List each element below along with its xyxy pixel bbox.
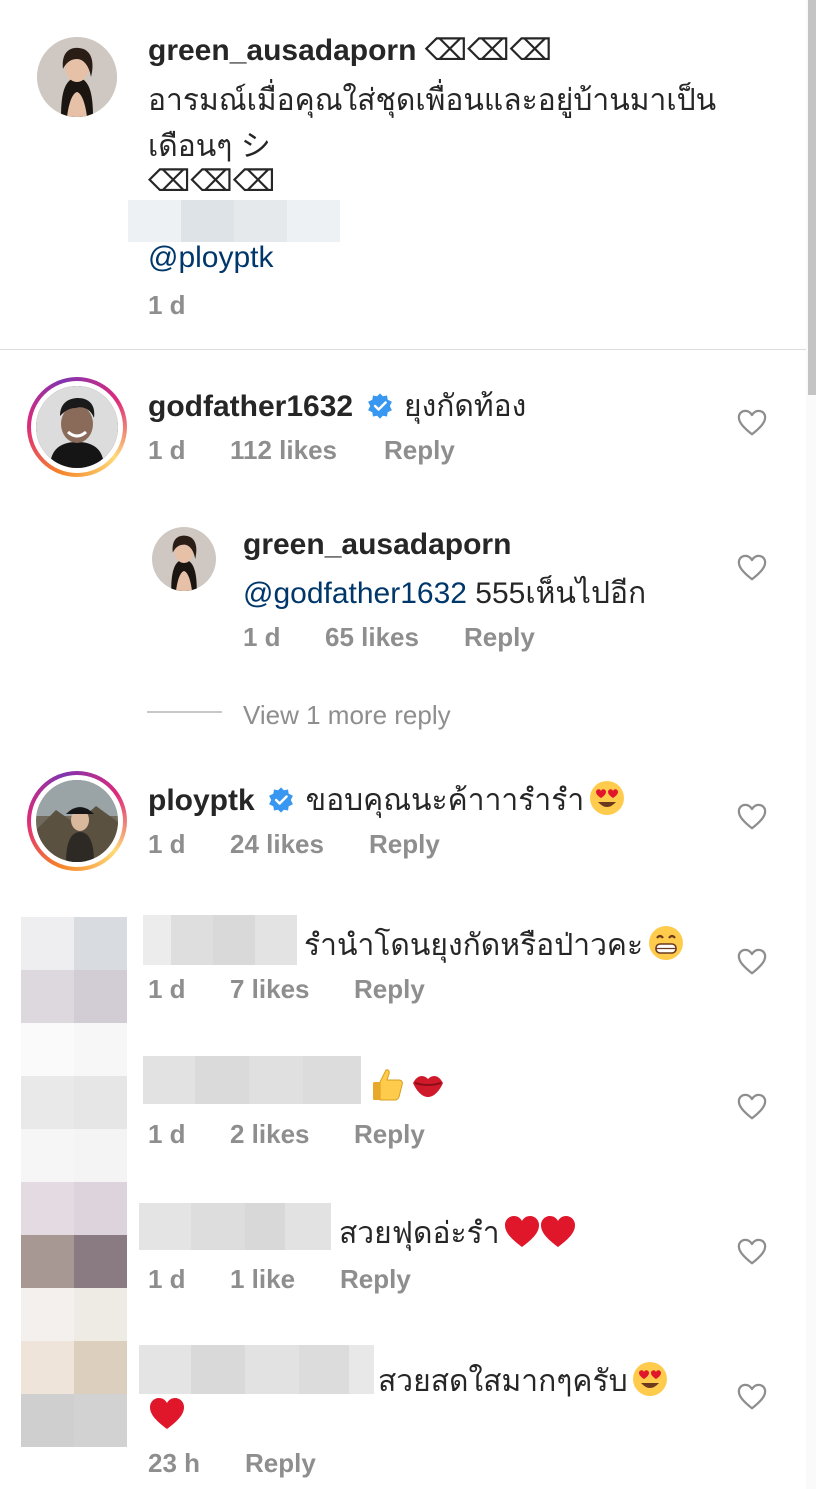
comment-text: รำนำโดนยุงกัดหรือป่าวคะ (304, 929, 644, 962)
blurred-avatars-column (21, 917, 127, 1447)
comment-text-line: รำนำโดนยุงกัดหรือป่าวคะ (304, 922, 684, 969)
red-heart-emoji-icon (505, 1216, 539, 1247)
blurred-username (143, 1056, 361, 1104)
like-heart-icon[interactable] (737, 1092, 767, 1122)
avatar-image (152, 527, 216, 591)
avatar-image (36, 386, 118, 468)
caption-avatar[interactable] (37, 37, 117, 117)
comment-header: ployptk ขอบคุณนะค้าาารำรำ (148, 777, 625, 824)
blurred-text (128, 200, 340, 242)
comment-text-line: สวยฟุดอ่ะรำ (339, 1210, 576, 1257)
reply-button[interactable]: Reply (354, 1119, 425, 1150)
view-more-replies-button[interactable]: View 1 more reply (243, 700, 451, 731)
comment-header: godfather1632 ยุงกัดท้อง (148, 383, 526, 430)
reply-button[interactable]: Reply (464, 622, 535, 653)
like-heart-icon[interactable] (737, 1382, 767, 1412)
like-heart-icon[interactable] (737, 553, 767, 583)
comment-timestamp: 1 d (148, 974, 186, 1004)
divider (0, 349, 806, 350)
scrollbar-thumb[interactable] (808, 0, 816, 395)
comment-username[interactable]: godfather1632 (148, 390, 353, 423)
comment-text-line: สวยสดใสมากๆครับ (378, 1358, 668, 1405)
comment-likes[interactable]: 112 likes (230, 435, 337, 466)
like-heart-icon[interactable] (737, 408, 767, 438)
comment-likes[interactable]: 7 likes (230, 974, 310, 1005)
heart-eyes-emoji-icon (633, 1362, 668, 1396)
grinning-emoji-icon (648, 926, 683, 960)
verified-badge-icon (367, 393, 392, 419)
caption-timestamp: 1 d (148, 290, 186, 320)
comment-timestamp: 23 h (148, 1448, 201, 1478)
blurred-username (139, 1345, 374, 1394)
comment-text: ยุงกัดท้อง (403, 390, 527, 423)
reply-button[interactable]: Reply (354, 974, 425, 1005)
blurred-username (143, 915, 297, 965)
comment-likes[interactable]: 24 likes (230, 829, 324, 860)
reply-likes[interactable]: 65 likes (325, 622, 419, 653)
verified-badge-icon (269, 787, 294, 813)
comment-timestamp: 1 d (148, 435, 186, 465)
reply-button[interactable]: Reply (369, 829, 440, 860)
comment-text: สวยฟุดอ่ะรำ (339, 1217, 500, 1250)
comment-likes[interactable]: 2 likes (230, 1119, 310, 1150)
reply-button[interactable]: Reply (384, 435, 455, 466)
like-heart-icon[interactable] (737, 947, 767, 977)
like-heart-icon[interactable] (737, 1237, 767, 1267)
comment-text: ขอบคุณนะค้าาารำรำ (305, 784, 585, 817)
reply-text-line: @godfather1632 555เห็นไปอีก (243, 570, 646, 617)
heart-eyes-emoji-icon (589, 781, 624, 815)
avatar-image (37, 37, 117, 117)
comment-likes[interactable]: 1 like (230, 1264, 295, 1295)
red-heart-emoji-icon (541, 1216, 575, 1247)
reply-button[interactable]: Reply (245, 1448, 316, 1479)
thumbs-up-emoji-icon (373, 1069, 403, 1101)
reply-mention-link[interactable]: @godfather1632 (243, 577, 467, 610)
red-heart-emoji-icon (150, 1398, 184, 1429)
blurred-username (139, 1203, 331, 1250)
caption-mention-link[interactable]: @ployptk (148, 241, 274, 275)
comment-timestamp: 1 d (148, 1264, 186, 1294)
caption-username-suffix: ⌫⌫⌫ (416, 34, 553, 67)
reply-text: 555เห็นไปอีก (466, 577, 647, 610)
reply-avatar[interactable] (152, 527, 216, 591)
like-heart-icon[interactable] (737, 802, 767, 832)
comment-username[interactable]: ployptk (148, 784, 255, 817)
comment-text: สวยสดใสมากๆครับ (378, 1365, 628, 1398)
comment-avatar[interactable] (36, 386, 118, 468)
caption-line-3: ⌫⌫⌫ (148, 165, 276, 198)
kiss-lips-emoji-icon (413, 1076, 444, 1097)
reply-username[interactable]: green_ausadaporn (243, 528, 511, 562)
avatar-image (36, 780, 118, 862)
caption-line-2: เดือนๆ シ (148, 130, 271, 163)
caption-username-text[interactable]: green_ausadaporn (148, 34, 416, 67)
reply-timestamp: 1 d (243, 622, 281, 652)
caption-line-1: อารมณ์เมื่อคุณใส่ชุดเพื่อนและอยู่บ้านมาเ… (148, 84, 717, 117)
comment-timestamp: 1 d (148, 1119, 186, 1149)
caption-username[interactable]: green_ausadaporn ⌫⌫⌫ (148, 33, 552, 68)
comment-text-line (370, 1066, 446, 1102)
view-more-line (147, 711, 222, 713)
reply-button[interactable]: Reply (340, 1264, 411, 1295)
comment-avatar[interactable] (36, 780, 118, 862)
comment-timestamp: 1 d (148, 829, 186, 859)
